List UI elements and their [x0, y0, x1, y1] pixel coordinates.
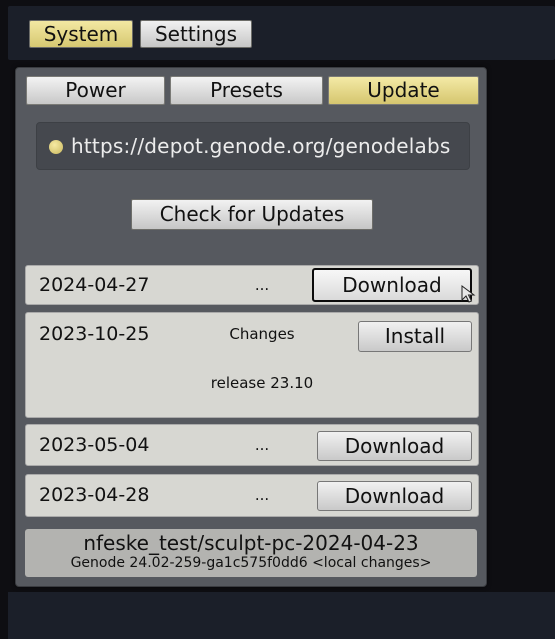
version-date: 2023-10-25	[39, 323, 150, 345]
download-button[interactable]: Download	[317, 481, 472, 511]
settings-menu-button[interactable]: Settings	[140, 20, 252, 48]
install-button[interactable]: Install	[358, 321, 472, 352]
version-info: ...	[254, 436, 270, 454]
desktop-screen: System Settings Power Presets Update htt…	[0, 0, 555, 639]
version-info: ...	[254, 486, 270, 504]
current-system-info: nfeske_test/sculpt-pc-2024-04-23 Genode …	[25, 529, 477, 577]
release-notes: release 23.10	[210, 374, 314, 392]
depot-url-field[interactable]: https://depot.genode.org/genodelabs	[36, 122, 470, 170]
tab-power[interactable]: Power	[26, 76, 165, 105]
system-menu-button[interactable]: System	[29, 20, 133, 48]
version-row[interactable]: 2023-05-04 ... Download	[25, 424, 479, 466]
changes-link[interactable]: Changes	[206, 322, 318, 346]
tab-presets[interactable]: Presets	[170, 76, 323, 105]
version-info: ...	[254, 276, 270, 294]
current-version-string: Genode 24.02-259-ga1c575f0dd6 <local cha…	[70, 555, 432, 571]
system-update-panel: Power Presets Update https://depot.genod…	[15, 67, 487, 587]
top-menu-bar: System Settings	[8, 6, 555, 60]
depot-url-text: https://depot.genode.org/genodelabs	[71, 134, 451, 158]
version-date: 2023-04-28	[39, 484, 150, 506]
version-date: 2024-04-27	[39, 274, 150, 296]
version-row[interactable]: 2024-04-27 ... Download	[25, 265, 479, 305]
status-dot-icon	[49, 140, 63, 154]
background-area	[8, 592, 555, 639]
current-image-name: nfeske_test/sculpt-pc-2024-04-23	[83, 531, 419, 555]
version-row[interactable]: 2023-10-25 Changes Install release 23.10	[25, 312, 479, 418]
tab-update[interactable]: Update	[328, 76, 479, 105]
download-button[interactable]: Download	[317, 431, 472, 461]
version-row[interactable]: 2023-04-28 ... Download	[25, 474, 479, 517]
download-button[interactable]: Download	[312, 268, 472, 302]
version-date: 2023-05-04	[39, 434, 150, 456]
check-for-updates-button[interactable]: Check for Updates	[131, 199, 373, 230]
